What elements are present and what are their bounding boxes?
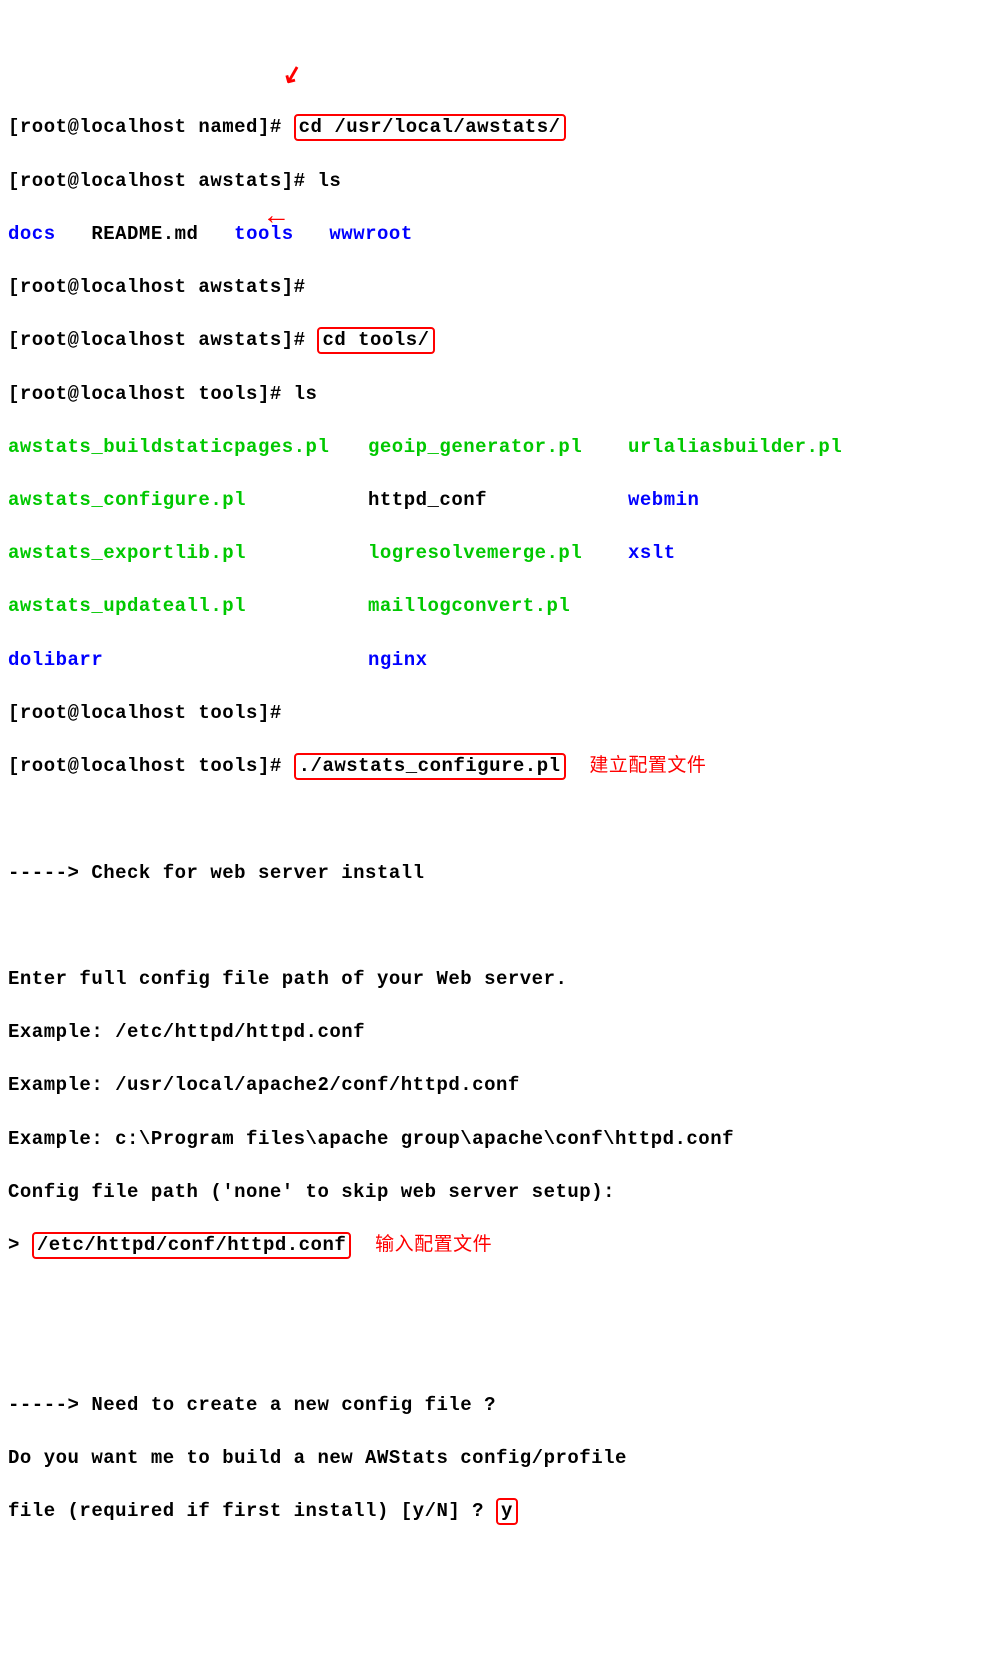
blank-line (8, 1339, 982, 1366)
file-httpdconf: httpd_conf (368, 489, 487, 511)
output-check-header: -----> Check for web server install (8, 860, 982, 887)
prompt: [root@localhost tools]# (8, 383, 294, 405)
file-logresolve: logresolvemerge.pl (368, 542, 582, 564)
user-input-path[interactable]: /etc/httpd/conf/httpd.conf (32, 1232, 351, 1259)
command-cd-awstats[interactable]: cd /usr/local/awstats/ (294, 114, 566, 141)
output-enter-path: Enter full config file path of your Web … (8, 966, 982, 993)
file-configure: awstats_configure.pl (8, 489, 246, 511)
dir-docs: docs (8, 223, 56, 245)
ls-output: awstats_buildstaticpages.pl geoip_generat… (8, 434, 982, 461)
dir-nginx: nginx (368, 649, 428, 671)
user-input-y[interactable]: y (496, 1498, 518, 1525)
terminal-line: [root@localhost named]# cd /usr/local/aw… (8, 114, 982, 141)
dir-wwwroot: wwwroot (329, 223, 412, 245)
output-example1: Example: /etc/httpd/httpd.conf (8, 1019, 982, 1046)
output-config-prompt: Config file path ('none' to skip web ser… (8, 1179, 982, 1206)
prompt: [root@localhost tools]# (8, 702, 294, 724)
output-example3: Example: c:\Program files\apache group\a… (8, 1126, 982, 1153)
ls-output: awstats_updateall.pl maillogconvert.pl (8, 593, 982, 620)
terminal-line: [root@localhost tools]# ./awstats_config… (8, 753, 982, 780)
prompt: [root@localhost awstats]# (8, 276, 317, 298)
output-example2: Example: /usr/local/apache2/conf/httpd.c… (8, 1072, 982, 1099)
file-maillog: maillogconvert.pl (368, 595, 570, 617)
terminal-line: [root@localhost awstats]# cd tools/ (8, 327, 982, 354)
command-ls[interactable]: ls (317, 170, 341, 192)
prompt: [root@localhost tools]# (8, 755, 294, 777)
file-readme: README.md (91, 223, 198, 245)
terminal-line: [root@localhost tools]# (8, 700, 982, 727)
dir-dolibarr: dolibarr (8, 649, 103, 671)
prompt: [root@localhost awstats]# (8, 170, 317, 192)
terminal-line: [root@localhost awstats]# ls (8, 168, 982, 195)
terminal-line: > /etc/httpd/conf/httpd.conf 输入配置文件 (8, 1232, 982, 1259)
terminal-line: file (required if first install) [y/N] ?… (8, 1498, 982, 1525)
blank-line (8, 806, 982, 833)
prompt: [root@localhost named]# (8, 116, 294, 138)
blank-line (8, 913, 982, 940)
ls-output: docs README.md tools wwwroot (8, 221, 982, 248)
prompt-char: > (8, 1234, 32, 1256)
command-run-configure[interactable]: ./awstats_configure.pl (294, 753, 566, 780)
output-want-build2: file (required if first install) [y/N] ? (8, 1500, 484, 1522)
file-urlalias: urlaliasbuilder.pl (628, 436, 842, 458)
ls-output: awstats_configure.pl httpd_conf webmin (8, 487, 982, 514)
dir-xslt: xslt (628, 542, 676, 564)
prompt: [root@localhost awstats]# (8, 329, 317, 351)
output-need-create: -----> Need to create a new config file … (8, 1392, 982, 1419)
file-exportlib: awstats_exportlib.pl (8, 542, 246, 564)
command-ls[interactable]: ls (294, 383, 318, 405)
terminal-line: [root@localhost awstats]# (8, 274, 982, 301)
annotation-build-config: 建立配置文件 (589, 755, 706, 776)
ls-output: awstats_exportlib.pl logresolvemerge.pl xs… (8, 540, 982, 567)
terminal-line: [root@localhost tools]# ls (8, 381, 982, 408)
command-cd-tools[interactable]: cd tools/ (317, 327, 434, 354)
annotation-input-config: 输入配置文件 (375, 1234, 492, 1255)
output-want-build1: Do you want me to build a new AWStats co… (8, 1445, 982, 1472)
blank-line (8, 1285, 982, 1312)
ls-output: dolibarr nginx (8, 647, 982, 674)
arrow-icon: ↙ (279, 58, 308, 96)
file-buildstatic: awstats_buildstaticpages.pl (8, 436, 329, 458)
dir-webmin: webmin (628, 489, 699, 511)
file-updateall: awstats_updateall.pl (8, 595, 246, 617)
file-geoip: geoip_generator.pl (368, 436, 582, 458)
arrow-icon: ← (268, 198, 285, 237)
